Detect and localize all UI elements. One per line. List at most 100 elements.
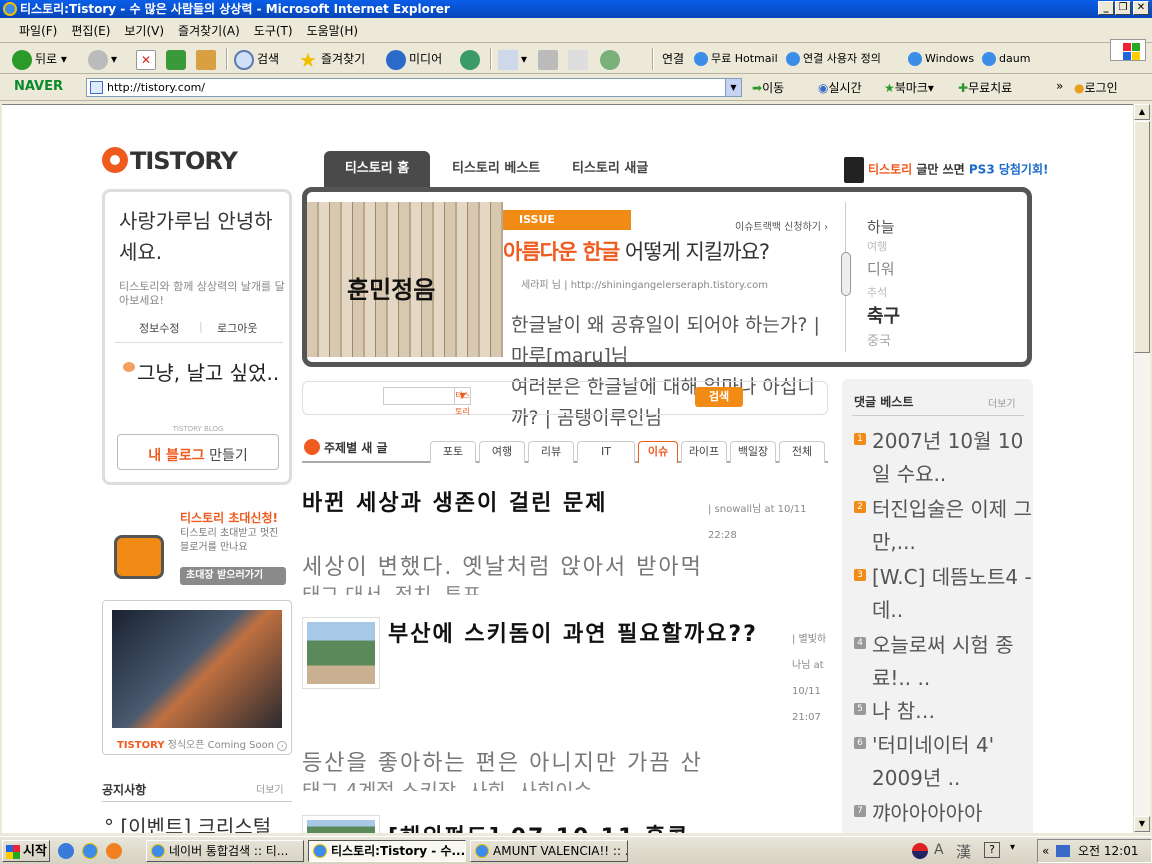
issue-related-1[interactable]: 한글날이 왜 공휴일이 되어야 하는가? | 마루[maru]님 [511, 310, 821, 372]
realtime-button[interactable]: ◉실시간 [818, 79, 862, 96]
ps3-banner[interactable]: 티스토리 글만 쓰면 PS3 당첨기회! [844, 157, 1048, 183]
firefox-quicklaunch-icon[interactable] [106, 843, 122, 859]
create-blog-rest: 만들기 [204, 448, 248, 464]
edit-info-link[interactable]: 정보수정 [139, 320, 179, 336]
scroll-down-arrow-icon[interactable]: ▼ [1134, 816, 1150, 832]
topic-tab-it[interactable]: IT [577, 441, 635, 463]
post-title[interactable]: [해외펀드] 07.10.11 홍콩 [388, 819, 689, 833]
notice-more[interactable]: 더보기 [256, 781, 284, 796]
print-button[interactable] [538, 48, 561, 70]
chevron-more-icon[interactable]: » [1056, 79, 1063, 93]
post-body[interactable]: 등산을 좋아하는 편은 아니지만 가끔 산 [302, 745, 703, 777]
topic-tab-life[interactable]: 라이프 [681, 441, 727, 463]
tab-new[interactable]: 티스토리 새글 [572, 151, 648, 187]
tab-home[interactable]: 티스토리 홈 [324, 151, 430, 187]
ie-quicklaunch-icon[interactable] [82, 843, 98, 859]
comment-text: [W.C] 데뜸노트4 - 데.. [872, 565, 1032, 622]
refresh-button[interactable] [166, 48, 189, 70]
korean-flag-icon[interactable] [912, 843, 928, 859]
search-button[interactable]: 검색 [234, 48, 279, 70]
link-windows[interactable]: Windows [908, 48, 974, 70]
topic-tab-photo[interactable]: 포토 [430, 441, 476, 463]
edit-button[interactable] [568, 48, 591, 70]
link-customize[interactable]: 연결 사용자 정의 [786, 48, 881, 70]
menu-tools[interactable]: 도구(T) [247, 19, 300, 43]
task-tistory[interactable]: 티스토리:Tistory - 수... [308, 840, 466, 862]
divider [852, 415, 1024, 416]
create-blog-button[interactable]: TISTORY BLOG 내 블로그 만들기 [117, 425, 279, 470]
media-button[interactable]: 미디어 [386, 48, 442, 70]
post-title[interactable]: 부산에 스키돔이 과연 필요할까요?? [388, 619, 792, 651]
ime-a-icon[interactable]: A [934, 842, 944, 858]
search-submit-button[interactable]: 검색 [695, 387, 743, 407]
keyword-item[interactable]: 하늘 [867, 216, 895, 237]
back-button[interactable]: 뒤로 ▾ [12, 48, 67, 70]
menu-edit[interactable]: 편집(E) [64, 19, 117, 43]
start-button[interactable]: 시작 [2, 840, 50, 862]
mail-button[interactable]: ▾ [498, 48, 527, 70]
keyword-item[interactable]: 여행 [867, 238, 887, 254]
link-hotmail[interactable]: 무료 Hotmail [694, 48, 778, 70]
free-cure-button[interactable]: ✚무료치료 [958, 79, 1012, 96]
menu-file[interactable]: 파일(F) [12, 19, 64, 43]
topic-tab-writing[interactable]: 백일장 [730, 441, 776, 463]
naver-toolbar-logo[interactable]: NAVER [14, 79, 63, 94]
promo-banner[interactable]: TISTORY 정식오픈 Coming Soon › [102, 600, 292, 755]
keyword-item[interactable]: 디워 [867, 258, 895, 279]
tray-expand-icon[interactable]: « [1042, 840, 1049, 862]
menu-view[interactable]: 보기(V) [117, 19, 171, 43]
scroll-thumb[interactable] [1134, 121, 1150, 353]
login-button[interactable]: ●로그인 [1074, 79, 1118, 96]
tab-best[interactable]: 티스토리 베스트 [452, 151, 540, 187]
issue-headline[interactable]: 아름다운 한글 어떻게 지킬까요? [503, 236, 770, 266]
ime-menu-icon[interactable]: ▾ [1010, 842, 1015, 853]
minimize-button[interactable]: _ [1098, 1, 1114, 15]
address-input[interactable]: http://tistory.com/ ▼ [86, 78, 742, 97]
keyword-item[interactable]: 중국 [867, 330, 891, 349]
invite-button[interactable]: 초대장 받으러가기 [180, 567, 286, 585]
help-icon[interactable]: ? [984, 842, 1000, 858]
link-daum[interactable]: daum [982, 48, 1030, 70]
messenger-button[interactable] [600, 48, 623, 70]
bookmark-button[interactable]: ★북마크▾ [884, 79, 934, 96]
post-title[interactable]: 바뀐 세상과 생존이 걸린 문제 [302, 485, 608, 517]
task-naver[interactable]: 네이버 통합검색 :: 티... [146, 840, 304, 862]
chevron-right-icon[interactable]: › [277, 741, 288, 751]
issue-apply-link[interactable]: 이슈트랙백 신청하기 › [735, 218, 828, 233]
network-icon[interactable] [1056, 845, 1070, 857]
stop-icon: ✕ [136, 49, 156, 70]
go-button[interactable]: ➡이동 [752, 79, 784, 96]
search-scope-select[interactable]: 티스토리 ▼ [383, 387, 471, 416]
ime-hanja-icon[interactable]: 漢 [956, 841, 971, 862]
menu-favorites[interactable]: 즐겨찾기(A) [171, 19, 247, 43]
post-thumbnail[interactable] [302, 617, 380, 689]
topic-tab-issue[interactable]: 이슈 [638, 441, 678, 463]
menu-help[interactable]: 도움말(H) [300, 19, 366, 43]
issue-byline[interactable]: 세라피 님 | http://shiningangelerseraph.tist… [521, 276, 768, 291]
topic-tab-travel[interactable]: 여행 [479, 441, 525, 463]
forward-arrow-icon [88, 49, 108, 70]
scroll-up-arrow-icon[interactable]: ▲ [1134, 104, 1150, 120]
history-button[interactable] [460, 48, 483, 70]
quicklaunch-icon[interactable] [58, 843, 74, 859]
post-thumbnail[interactable] [302, 815, 380, 833]
address-dropdown[interactable]: ▼ [725, 79, 741, 96]
vertical-scrollbar[interactable]: ▲ ▼ [1133, 104, 1150, 833]
comment-best-more[interactable]: 더보기 [988, 395, 1016, 410]
notice-item[interactable]: ° [이벤트] 크리스털 [104, 811, 271, 833]
favorites-button[interactable]: ★ 즐겨찾기 [298, 48, 365, 70]
post-body[interactable]: 세상이 변했다. 옛날처럼 앉아서 받아먹 [302, 549, 703, 581]
topic-tab-all[interactable]: 전체 [779, 441, 825, 463]
forward-button[interactable]: ▾ [88, 48, 117, 70]
logout-link[interactable]: 로그아웃 [217, 320, 257, 336]
keyword-scroller[interactable] [841, 252, 851, 296]
stop-button[interactable]: ✕ [136, 48, 159, 70]
task-amunt[interactable]: AMUNT VALENCIA!! :: ... [470, 840, 628, 862]
keyword-item[interactable]: 추석 [867, 284, 887, 300]
close-button[interactable]: ✕ [1133, 1, 1149, 15]
keyword-item-active[interactable]: 축구 [867, 302, 900, 328]
tistory-logo[interactable]: TISTORY [102, 147, 238, 175]
home-button[interactable] [196, 48, 219, 70]
maximize-button[interactable]: ❐ [1115, 1, 1131, 15]
topic-tab-review[interactable]: 리뷰 [528, 441, 574, 463]
